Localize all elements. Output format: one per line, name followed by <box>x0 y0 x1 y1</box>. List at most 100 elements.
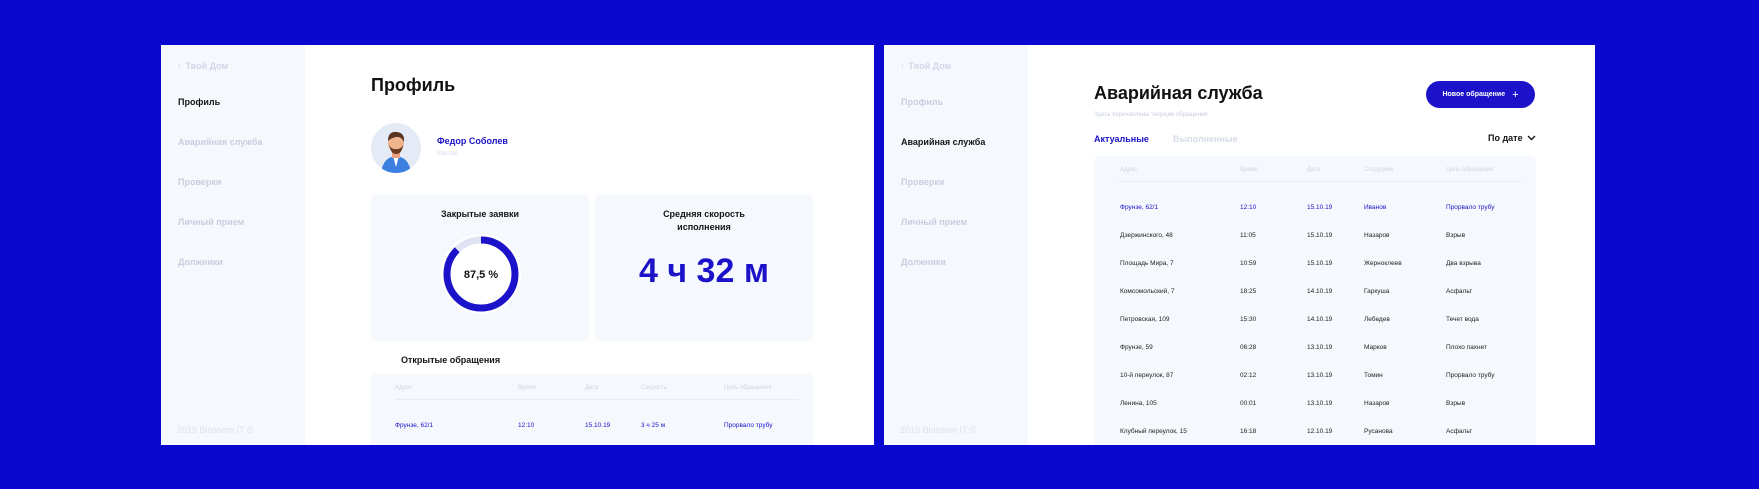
table-cell: Асфальт <box>1446 428 1473 435</box>
arrow-up-icon: ↑ <box>177 61 182 71</box>
sidebar-item-inspections[interactable]: Проверки <box>901 174 985 214</box>
column-header: Скорость <box>641 385 667 391</box>
table-cell: Площадь Мира, 7 <box>1120 260 1174 267</box>
avg-speed-title: Средняя скорость исполнения <box>595 208 813 234</box>
sidebar-item-debtors[interactable]: Должники <box>901 254 985 294</box>
logo-text: Твой Дом <box>908 61 952 71</box>
table-row[interactable]: Фрунзе, 59 06:28 13.10.19 Марков Плохо пахне… <box>1094 344 1536 356</box>
logo-text: Твой Дом <box>185 61 229 71</box>
table-cell: Назаров <box>1364 400 1390 407</box>
table-row[interactable]: 10-й переулок, 87 02:12 13.10.19 Томин Прорв… <box>1094 372 1536 384</box>
sort-label: По дате <box>1488 133 1523 143</box>
table-cell: 13.10.19 <box>1307 344 1333 351</box>
emergency-main: Аварийная служба Здесь перечислены текущ… <box>1028 45 1595 445</box>
table-cell: 12:10 <box>1240 204 1257 211</box>
table-row[interactable]: Площадь Мира, 7 10:59 15.10.19 Жерноклеев Дв… <box>1094 260 1536 272</box>
sidebar-item-reception[interactable]: Личный прием <box>901 214 985 254</box>
column-header: Время <box>1240 167 1259 173</box>
profile-screen: ↑ Твой Дом Профиль Аварийная служба Пров… <box>161 45 874 445</box>
logo[interactable]: ↑ Твой Дом <box>177 61 228 71</box>
table-cell: 10-й переулок, 87 <box>1120 372 1174 379</box>
table-row[interactable]: Петровская, 109 15:30 14.10.19 Лебедев Течет… <box>1094 316 1536 328</box>
plus-icon: + <box>1512 88 1519 101</box>
table-cell: 15:30 <box>1240 316 1257 323</box>
table-cell: 02:12 <box>1240 372 1257 379</box>
table-cell: Прорвало трубу <box>1446 372 1495 379</box>
table-cell: Томин <box>1364 372 1383 379</box>
column-header: Сотрудник <box>1364 167 1394 173</box>
avatar <box>371 123 421 173</box>
table-cell: Жерноклеев <box>1364 260 1402 267</box>
sidebar: ↑ Твой Дом Профиль Аварийная служба Пров… <box>884 45 1028 445</box>
column-header: Цель обращения <box>724 385 772 391</box>
table-cell: Два взрыва <box>1446 260 1481 267</box>
table-row[interactable]: Фрунзе, 62/1 12:10 15.10.19 3 ч 25 м Прорвал… <box>371 422 813 434</box>
table-cell: 16:18 <box>1240 428 1257 435</box>
table-row[interactable]: Клубный переулок, 15 16:18 12.10.19 Русанов… <box>1094 428 1536 440</box>
header-divider <box>1118 181 1522 182</box>
sidebar-nav: Профиль Аварийная служба Проверки Личный… <box>178 94 262 294</box>
table-row[interactable]: Дзержинского, 48 11:05 15.10.19 Назаров Взры… <box>1094 232 1536 244</box>
sidebar: ↑ Твой Дом Профиль Аварийная служба Пров… <box>161 45 305 445</box>
sidebar-item-emergency[interactable]: Аварийная служба <box>901 134 985 174</box>
column-header: Адрес <box>1120 167 1138 173</box>
closed-requests-donut: 87,5 % <box>441 234 521 314</box>
sidebar-nav: Профиль Аварийная служба Проверки Личный… <box>901 94 985 294</box>
sidebar-item-profile[interactable]: Профиль <box>901 94 985 134</box>
table-row[interactable]: Комсомольский, 7 18:25 14.10.19 Гаркуша Асфа… <box>1094 288 1536 300</box>
table-cell: 14.10.19 <box>1307 288 1333 295</box>
table-cell: Клубный переулок, 15 <box>1120 428 1187 435</box>
closed-requests-title: Закрытые заявки <box>440 209 520 219</box>
table-cell: Гаркуша <box>1364 288 1390 295</box>
tab-current[interactable]: Актуальные <box>1094 134 1149 144</box>
table-cell: Иванов <box>1364 204 1387 211</box>
table-cell: 15.10.19 <box>585 422 611 429</box>
table-cell: Лебедев <box>1364 316 1390 323</box>
table-cell: Фрунзе, 59 <box>1120 344 1153 351</box>
table-cell: 11:05 <box>1240 232 1256 239</box>
avg-speed-card: Средняя скорость исполнения 4 ч 32 м <box>595 194 813 341</box>
table-cell: Комсомольский, 7 <box>1120 288 1175 295</box>
table-cell: 10:59 <box>1240 260 1257 267</box>
table-cell: 18:25 <box>1240 288 1257 295</box>
sidebar-item-inspections[interactable]: Проверки <box>178 174 262 214</box>
closed-requests-card: Закрытые заявки 87,5 % <box>371 194 589 341</box>
sidebar-item-emergency[interactable]: Аварийная служба <box>178 134 262 174</box>
avg-speed-value: 4 ч 32 м <box>639 252 769 290</box>
table-row[interactable]: Фрунзе, 62/1 12:10 15.10.19 Иванов Прорвало … <box>1094 204 1536 216</box>
sidebar-item-profile[interactable]: Профиль <box>178 94 262 134</box>
table-cell: 13.10.19 <box>1307 400 1333 407</box>
sidebar-item-debtors[interactable]: Должники <box>178 254 262 294</box>
new-request-button[interactable]: Новое обращение + <box>1426 81 1535 108</box>
open-requests-title: Открытые обращения <box>401 355 501 365</box>
avg-speed-title-line1: Средняя скорость <box>663 209 745 219</box>
table-cell: Ленина, 105 <box>1120 400 1157 407</box>
user-role: Мастер <box>437 151 458 157</box>
column-header: Адрес <box>395 385 413 391</box>
table-cell: Петровская, 109 <box>1120 316 1170 323</box>
table-cell: 12:10 <box>518 422 535 429</box>
table-cell: Назаров <box>1364 232 1390 239</box>
table-cell: Асфальт <box>1446 288 1473 295</box>
page-subtitle: Здесь перечислены текущие обращения <box>1094 112 1208 118</box>
table-cell: Марков <box>1364 344 1387 351</box>
page-title: Аварийная служба <box>1094 83 1263 103</box>
new-request-label: Новое обращение <box>1442 91 1506 98</box>
sidebar-item-reception[interactable]: Личный прием <box>178 214 262 254</box>
logo[interactable]: ↑ Твой Дом <box>900 61 951 71</box>
table-cell: Фрунзе, 62/1 <box>395 422 434 429</box>
column-header: Время <box>518 385 537 391</box>
chevron-down-icon <box>1527 135 1536 141</box>
table-cell: Фрунзе, 62/1 <box>1120 204 1159 211</box>
sort-dropdown[interactable]: По дате <box>1488 133 1536 143</box>
table-row[interactable]: Ленина, 105 00:01 13.10.19 Назаров Взрыв <box>1094 400 1536 412</box>
profile-main: Профиль Федор Соболев Мастер Закрытые за… <box>305 45 874 445</box>
tab-completed[interactable]: Выполненные <box>1173 134 1238 144</box>
table-cell: Прорвало трубу <box>724 422 773 429</box>
copyright: 2019 Blossom IT © <box>900 425 977 435</box>
table-cell: 3 ч 25 м <box>641 422 666 429</box>
table-cell: Прорвало трубу <box>1446 204 1495 211</box>
user-name[interactable]: Федор Соболев <box>437 136 508 146</box>
table-cell: 12.10.19 <box>1307 428 1333 435</box>
column-header: Цель обращения <box>1446 167 1494 173</box>
